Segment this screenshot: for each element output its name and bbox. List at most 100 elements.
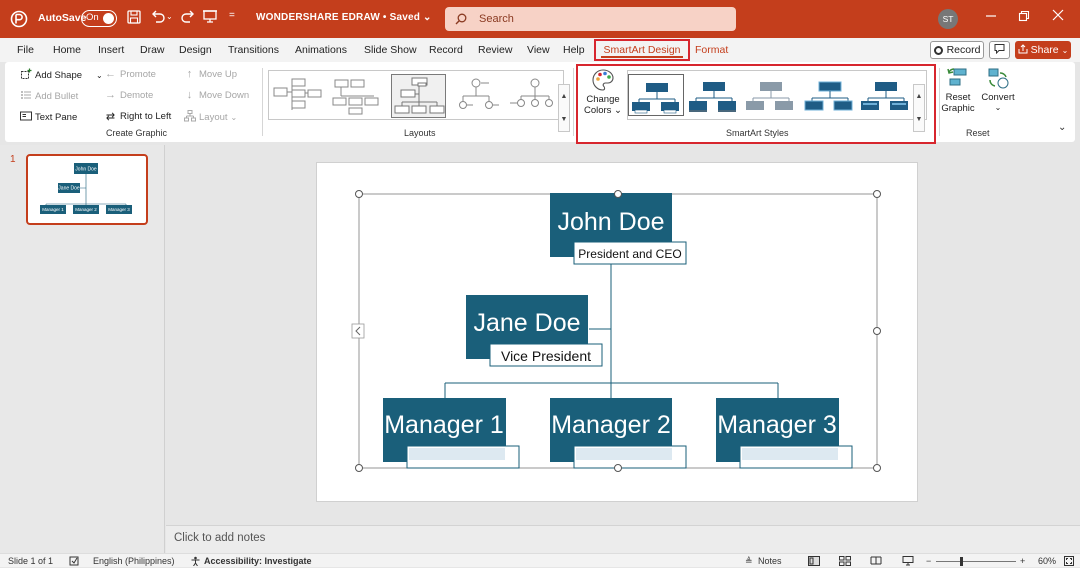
tab-smartart-design[interactable]: SmartArt Design [594,39,690,61]
text-pane-toggle[interactable] [351,323,365,339]
right-to-left-label: Right to Left [120,111,172,122]
move-down-label: Move Down [199,89,250,101]
notes-pane[interactable]: Click to add notes [166,525,1080,553]
slide-show-icon[interactable] [902,556,914,568]
spelling-icon[interactable] [69,556,80,568]
add-shape-dropdown-icon: ⌄ [96,71,103,80]
language-indicator[interactable]: English (Philippines) [93,556,175,566]
ceo-title[interactable]: President and CEO [578,247,681,261]
document-title[interactable]: WONDERSHARE EDRAW • Saved ⌄ [256,12,432,23]
scroll-down-icon[interactable]: ▼ [561,116,568,123]
undo-dropdown-icon[interactable]: ⌄ [166,12,173,21]
close-icon[interactable] [1052,9,1064,21]
text-pane-button[interactable]: Text Pane [19,110,77,125]
resize-handle-bottom-right[interactable] [873,464,881,472]
layout-thumb-5[interactable] [505,74,560,118]
ceo-name[interactable]: John Doe [557,208,664,236]
minimize-icon[interactable] [985,10,997,22]
resize-handle-bottom[interactable] [614,464,622,472]
layout-thumb-1[interactable] [270,74,325,118]
move-down-button[interactable]: ↓ Move Down [183,89,249,101]
layout-button[interactable]: Layout ⌄ [183,110,237,125]
share-button[interactable]: Share ⌄ [1015,41,1071,59]
autosave-toggle[interactable]: On [81,10,117,27]
zoom-in-icon[interactable]: + [1020,556,1025,566]
tab-insert[interactable]: Insert [98,44,124,56]
tab-file[interactable]: File [17,44,34,56]
slide-canvas[interactable]: John Doe President and CEO Jane Doe Vice… [316,162,918,502]
add-shape-button[interactable]: Add Shape ⌄ [19,68,103,83]
add-bullet-button[interactable]: Add Bullet [19,89,78,104]
reset-graphic-button[interactable]: Reset Graphic [941,66,975,122]
scroll-up-icon[interactable]: ▲ [561,93,568,100]
slide-thumbnail-1[interactable]: John Doe Jane Doe Manager 1 Manager 2 Ma… [26,154,148,225]
tab-animations[interactable]: Animations [295,44,347,56]
notes-toggle-button[interactable]: Notes [758,556,782,566]
zoom-slider-thumb[interactable] [960,557,963,566]
zoom-slider[interactable] [936,557,1016,566]
autosave-state: On [86,12,99,23]
tab-draw[interactable]: Draw [140,44,165,56]
resize-handle-right[interactable] [873,327,881,335]
undo-icon[interactable] [150,8,166,24]
search-input[interactable]: Search [445,7,736,31]
record-button-label: Record [946,44,981,56]
save-icon[interactable] [126,9,142,25]
slide-number: 1 [10,154,16,165]
add-bullet-icon [19,89,32,104]
convert-button[interactable]: Convert ⌄ [978,66,1018,122]
resize-handle-top-left[interactable] [355,190,363,198]
manager-3-name[interactable]: Manager 3 [717,411,837,439]
layout-label: Layout [199,112,228,123]
move-up-button[interactable]: ↑ Move Up [183,68,237,80]
reading-view-icon[interactable] [870,556,882,568]
add-shape-icon [19,68,32,83]
resize-handle-bottom-left[interactable] [355,464,363,472]
reset-graphic-icon [946,66,970,90]
layouts-gallery-scroll[interactable]: ▲ ▼ [558,84,570,132]
layout-icon [183,110,196,125]
user-avatar[interactable]: ST [938,9,958,29]
right-to-left-button[interactable]: ⇄ Right to Left [104,110,171,123]
slide-sorter-icon[interactable] [839,556,851,568]
collapse-ribbon-icon[interactable]: ⌄ [1058,122,1066,133]
tab-transitions[interactable]: Transitions [228,44,279,56]
manager-1-name[interactable]: Manager 1 [384,411,504,439]
record-button[interactable]: Record [930,41,984,59]
restore-icon[interactable] [1018,10,1030,22]
group-separator [262,68,263,136]
layout-thumb-2[interactable] [329,74,384,118]
move-up-icon: ↑ [186,68,193,80]
layout-thumb-4[interactable] [449,74,504,118]
tab-home[interactable]: Home [53,44,81,56]
tab-help[interactable]: Help [563,44,585,56]
manager-2-title-fill [576,448,672,460]
tab-record[interactable]: Record [429,44,463,56]
title-bar: AutoSave On ⌄ = WONDERSHARE EDRAW • Save… [0,0,1080,38]
slide-counter: Slide 1 of 1 [8,556,54,566]
comments-button[interactable] [989,41,1010,59]
present-from-beginning-icon[interactable] [202,8,218,24]
accessibility-status[interactable]: Accessibility: Investigate [204,556,312,566]
org-chart-smartart[interactable]: John Doe President and CEO Jane Doe Vice… [317,163,919,503]
assistant-name[interactable]: Jane Doe [473,309,580,337]
tab-design[interactable]: Design [179,44,212,56]
manager-2-name[interactable]: Manager 2 [551,411,671,439]
assistant-title[interactable]: Vice President [501,348,591,364]
thumb-assistant-name: Jane Doe [58,186,80,192]
tab-slide-show[interactable]: Slide Show [364,44,417,56]
tab-review[interactable]: Review [478,44,512,56]
resize-handle-top[interactable] [614,190,622,198]
redo-icon[interactable] [180,8,196,24]
tab-view[interactable]: View [527,44,550,56]
zoom-level[interactable]: 60% [1038,556,1056,566]
customize-qat-icon[interactable]: = [229,10,235,21]
normal-view-icon[interactable] [808,556,820,568]
promote-button[interactable]: ← Promote [104,68,156,80]
resize-handle-top-right[interactable] [873,190,881,198]
tab-format[interactable]: Format [695,44,728,56]
layout-thumb-3-selected[interactable] [391,74,446,118]
zoom-out-icon[interactable]: − [926,556,931,566]
demote-button[interactable]: → Demote [104,89,153,101]
fit-to-window-icon[interactable] [1064,556,1074,568]
